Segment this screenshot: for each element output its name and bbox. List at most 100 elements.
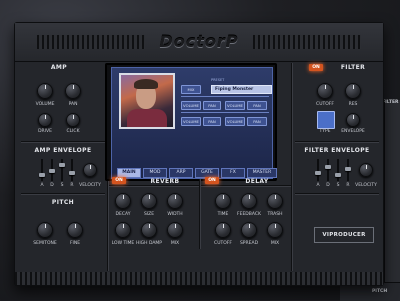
filter-fader-d-cap[interactable] [325, 165, 331, 169]
delay-trash-label: TRASH [267, 212, 283, 217]
filter-type-selector[interactable] [317, 111, 335, 129]
filter-fader-r-cap[interactable] [345, 167, 351, 171]
amp-velocity-label: VELOCITY [79, 183, 101, 188]
screen-rule-2 [181, 112, 269, 113]
delay-title: DELAY [245, 178, 269, 185]
pitch-fine-label: FINE [69, 241, 81, 246]
amp-volume-knob[interactable] [37, 83, 53, 99]
artist-photo [119, 73, 175, 129]
row1-pan-1-button[interactable]: PAN [203, 101, 221, 110]
reverb-title: REVERB [150, 178, 180, 185]
delay-spread-knob[interactable] [241, 222, 257, 238]
reverb-mix-knob[interactable] [167, 222, 183, 238]
amp-drive-knob[interactable] [38, 113, 52, 127]
reverb-size-knob[interactable] [141, 193, 157, 209]
filter-fader-a-cap[interactable] [315, 171, 321, 175]
filter-envelope-label: ENVELOPE [341, 129, 365, 134]
reverb-decay-knob[interactable] [115, 193, 131, 209]
row1-volume-2-button[interactable]: VOLUME [225, 101, 245, 110]
row2-pan-2-button[interactable]: PAN [247, 117, 267, 126]
filter-velocity-label: VELOCITY [355, 183, 377, 188]
delay-trash-knob[interactable] [267, 193, 283, 209]
row2-volume-1-button[interactable]: VOLUME [181, 117, 201, 126]
reverb-mix-label: MIX [170, 241, 180, 246]
preset-field[interactable]: Fiping Monster [211, 85, 272, 94]
delay-feedback-knob[interactable] [241, 193, 257, 209]
pitch-fine-knob[interactable] [67, 222, 83, 238]
reverb-high-damp-knob[interactable] [141, 222, 157, 238]
pitch-divider [21, 193, 105, 194]
filter-title: FILTER [340, 64, 366, 71]
row2-pan-1-button[interactable]: PAN [203, 117, 221, 126]
amp-envelope-title: AMP ENVELOPE [34, 147, 92, 154]
filter-res-knob[interactable] [345, 83, 361, 99]
brand-divider [295, 193, 379, 194]
filter-fader-s-cap[interactable] [335, 173, 341, 177]
filter-type-label: TYPE [319, 129, 331, 134]
tab-arp[interactable]: ARP [169, 168, 193, 178]
amp-fader-a-cap[interactable] [39, 173, 45, 177]
amp-click-label: CLICK [66, 129, 80, 134]
filter-fader-d[interactable] [327, 159, 329, 181]
delay-cutoff-knob[interactable] [215, 222, 231, 238]
amp-click-knob[interactable] [66, 113, 80, 127]
filter-env-a-label: A [316, 183, 320, 188]
delay-spread-label: SPREAD [239, 241, 259, 246]
delay-time-label: TIME [217, 212, 229, 217]
tab-fx[interactable]: FX [221, 168, 245, 178]
reverb-width-knob[interactable] [167, 193, 183, 209]
row1-volume-1-button[interactable]: VOLUME [181, 101, 201, 110]
tab-mod[interactable]: MOD [143, 168, 167, 178]
amp-fader-d-cap[interactable] [49, 169, 55, 173]
reverb-on-button[interactable]: ON [112, 177, 126, 184]
delay-cutoff-label: CUTOFF [214, 241, 232, 246]
amp-divider [21, 141, 105, 142]
filter-cutoff-label: CUTOFF [316, 102, 334, 107]
reverb-low-time-knob[interactable] [115, 222, 131, 238]
mix-button[interactable]: MIX [181, 85, 201, 94]
filter-on-button[interactable]: ON [309, 64, 323, 71]
amp-pan-knob[interactable] [65, 83, 81, 99]
photo-body [127, 109, 167, 127]
logo: DoctorP [159, 32, 239, 51]
amp-env-a-label: A [40, 183, 44, 188]
amp-fader-r[interactable] [71, 159, 73, 181]
amp-env-r-label: R [70, 183, 74, 188]
fx-center-divider [199, 179, 200, 249]
filter-cutoff-knob[interactable] [317, 83, 333, 99]
tab-master[interactable]: MASTER [247, 168, 277, 178]
filter-env-d-label: D [326, 183, 330, 188]
pitch-title: PITCH [51, 199, 75, 206]
delay-mix-knob[interactable] [267, 222, 283, 238]
photo-hair [134, 79, 158, 89]
filter-fader-a[interactable] [317, 159, 319, 181]
screen-rule-1 [181, 96, 269, 97]
amp-volume-label: VOLUME [35, 102, 55, 107]
reverb-width-label: WIDTH [167, 212, 183, 217]
filter-res-label: RES [348, 102, 358, 107]
fx-divider [109, 185, 291, 186]
filter-fader-s[interactable] [337, 159, 339, 181]
right-column-divider [291, 63, 292, 271]
amp-title: AMP [50, 64, 68, 71]
amp-env-d-label: D [50, 183, 54, 188]
delay-time-knob[interactable] [215, 193, 231, 209]
amp-velocity-knob[interactable] [83, 163, 97, 177]
ghost-pitch-label: PITCH [372, 289, 388, 294]
left-grille [37, 35, 145, 49]
filter-envelope-knob[interactable] [346, 113, 360, 127]
row1-pan-2-button[interactable]: PAN [247, 101, 267, 110]
filter-velocity-knob[interactable] [359, 163, 373, 177]
right-grille [253, 35, 361, 49]
filter-env-s-label: S [336, 183, 340, 188]
delay-on-button[interactable]: ON [205, 177, 219, 184]
amp-fader-a[interactable] [41, 159, 43, 181]
row2-volume-2-button[interactable]: VOLUME [225, 117, 245, 126]
preset-label: PRESET [211, 78, 225, 82]
pitch-semitone-knob[interactable] [37, 222, 53, 238]
filter-divider [295, 141, 379, 142]
amp-fader-s-cap[interactable] [59, 163, 65, 167]
amp-fader-r-cap[interactable] [69, 171, 75, 175]
top-bar: DoctorP [15, 23, 383, 62]
pitch-semitone-label: SEMITONE [33, 241, 57, 246]
